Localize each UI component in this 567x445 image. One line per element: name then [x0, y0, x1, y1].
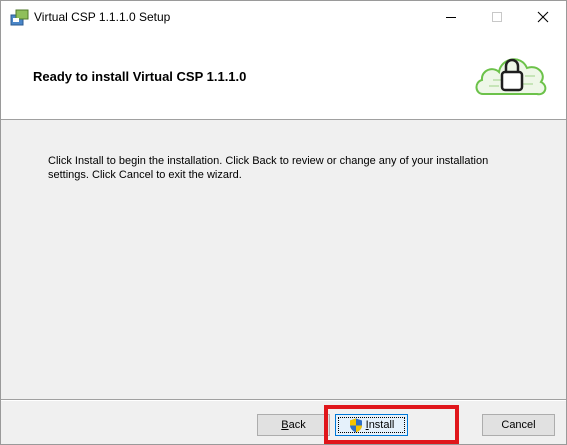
back-button-label: Back — [281, 419, 306, 431]
header-banner: Ready to install Virtual CSP 1.1.1.0 — [1, 32, 566, 120]
install-instructions: Click Install to begin the installation.… — [48, 155, 489, 181]
cloud-lock-icon — [475, 58, 547, 96]
minimize-button[interactable] — [428, 1, 474, 32]
install-button-highlight — [324, 405, 459, 444]
page-title: Ready to install Virtual CSP 1.1.1.0 — [33, 69, 247, 84]
maximize-button[interactable] — [474, 1, 520, 32]
setup-window: Virtual CSP 1.1.1.0 Setup Ready to insta… — [0, 0, 567, 445]
cancel-button[interactable]: Cancel — [482, 414, 555, 436]
minimize-icon — [446, 16, 456, 18]
title-bar[interactable]: Virtual CSP 1.1.1.0 Setup — [1, 1, 566, 32]
installer-icon — [10, 9, 29, 26]
close-icon — [537, 11, 549, 22]
footer-divider — [1, 399, 566, 401]
window-title: Virtual CSP 1.1.1.0 Setup — [34, 10, 171, 24]
cancel-button-label: Cancel — [501, 419, 536, 431]
back-button[interactable]: Back — [257, 414, 330, 436]
close-button[interactable] — [520, 1, 566, 32]
maximize-icon — [492, 11, 502, 22]
